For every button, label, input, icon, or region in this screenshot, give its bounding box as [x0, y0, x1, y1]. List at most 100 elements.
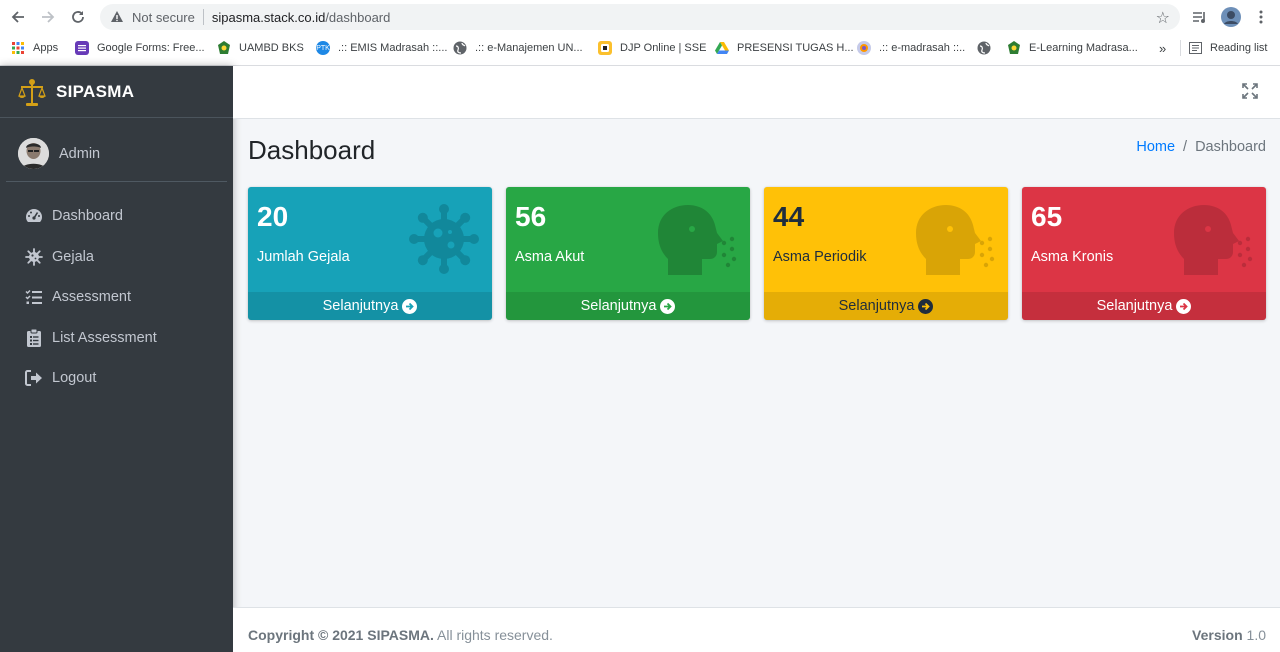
clipboard-list-icon — [24, 328, 44, 347]
bookmark-label: UAMBD BKS — [239, 42, 304, 54]
more-vertical-icon[interactable] — [1252, 5, 1270, 29]
reading-list-button[interactable]: Reading list — [1188, 36, 1267, 60]
stat-value: 65 — [1031, 201, 1063, 232]
url-path: /dashboard — [325, 9, 391, 25]
djp-icon — [598, 41, 612, 55]
sidebar-item-logout[interactable]: Logout — [8, 358, 225, 399]
stat-card-asma-kronis: 65 Asma Kronis Selanjutnya — [1022, 187, 1266, 320]
sidebar-item-label: Dashboard — [52, 208, 123, 225]
back-arrow-icon[interactable] — [6, 5, 30, 29]
kemenag-logo-icon — [217, 41, 231, 55]
more-bookmarks-button[interactable]: » — [1159, 36, 1166, 60]
kemenag-logo-icon — [1007, 41, 1021, 55]
tasks-icon — [24, 288, 44, 306]
top-navbar — [233, 66, 1280, 119]
stat-label: Asma Periodik — [773, 249, 867, 265]
sidebar-item-assessment[interactable]: Assessment — [8, 277, 225, 318]
arrow-circle-right-icon — [918, 298, 934, 314]
more-info-link[interactable]: Selanjutnya — [1022, 292, 1266, 320]
virus-icon — [24, 247, 44, 266]
warning-triangle-icon — [110, 10, 124, 24]
breadcrumb-current: Dashboard — [1195, 139, 1266, 155]
profile-avatar-icon[interactable] — [1219, 5, 1243, 29]
more-info-label: Selanjutnya — [838, 298, 915, 314]
stat-card-jumlah-gejala: 20 Jumlah Gejala Selanjutnya — [248, 187, 492, 320]
avatar — [18, 138, 49, 169]
stat-card-asma-akut: 56 Asma Akut Selanjutnya — [506, 187, 750, 320]
globe-icon — [977, 41, 991, 55]
brand-link[interactable]: SIPASMA — [0, 66, 233, 118]
google-forms-icon — [75, 41, 89, 55]
bookmark-presensi[interactable]: PRESENSI TUGAS H... — [715, 36, 854, 60]
more-info-label: Selanjutnya — [322, 298, 399, 314]
version-info: Version 1.0 — [1192, 627, 1266, 643]
google-drive-icon — [715, 41, 729, 55]
bookmark-emanajemen[interactable]: .:: e-Manajemen UN... — [453, 36, 583, 60]
bookmark-uambd[interactable]: UAMBD BKS — [217, 36, 304, 60]
main-footer: Copyright © 2021 SIPASMA. All rights res… — [233, 607, 1280, 652]
bookmark-globe[interactable] — [977, 36, 999, 60]
bookmark-label: DJP Online | SSE — [620, 42, 707, 54]
sidebar-item-list-assessment[interactable]: List Assessment — [8, 318, 225, 359]
more-info-link[interactable]: Selanjutnya — [764, 292, 1008, 320]
url-host: sipasma.stack.co.id — [211, 9, 326, 25]
stat-value: 44 — [773, 201, 805, 232]
user-panel[interactable]: Admin — [6, 126, 227, 182]
bookmark-apps[interactable]: Apps — [11, 36, 58, 60]
emadrasah-icon — [857, 41, 871, 55]
reload-icon[interactable] — [66, 5, 90, 29]
stat-label: Asma Kronis — [1031, 249, 1114, 265]
stat-value: 20 — [257, 201, 289, 232]
more-bookmarks-label: » — [1159, 40, 1167, 56]
address-bar[interactable]: Not secure sipasma.stack.co.id/dashboard… — [100, 4, 1180, 30]
sidebar-item-label: Logout — [52, 370, 97, 387]
apps-grid-icon — [11, 41, 25, 55]
head-side-cough-icon — [654, 203, 738, 275]
bookmark-elearning[interactable]: E-Learning Madrasa... — [1007, 36, 1138, 60]
bookmark-star-icon[interactable]: ☆ — [1156, 8, 1170, 28]
fullscreen-expand-icon[interactable] — [1242, 83, 1260, 101]
reading-list-label: Reading list — [1210, 42, 1268, 54]
breadcrumb-home-link[interactable]: Home — [1136, 139, 1175, 155]
bookmark-label: Google Forms: Free... — [97, 42, 205, 54]
bookmark-google-forms[interactable]: Google Forms: Free... — [75, 36, 205, 60]
brand-text: SIPASMA — [56, 81, 135, 101]
stat-value: 56 — [515, 201, 547, 232]
head-side-cough-icon — [1170, 203, 1254, 275]
copyright: Copyright © 2021 SIPASMA. All rights res… — [248, 627, 553, 643]
bookmark-label: E-Learning Madrasa... — [1029, 42, 1138, 54]
bookmark-label: .:: e-Manajemen UN... — [475, 42, 583, 54]
version-value: 1.0 — [1242, 627, 1266, 643]
bookmark-emadrasah[interactable]: .:: e-madrasah ::.. — [857, 36, 965, 60]
bookmark-label: .:: EMIS Madrasah ::... — [338, 42, 448, 54]
bookmark-label: Apps — [33, 42, 59, 54]
sidebar-item-label: Gejala — [52, 248, 94, 265]
more-info-link[interactable]: Selanjutnya — [248, 292, 492, 320]
arrow-circle-right-icon — [1176, 298, 1192, 314]
sidebar-item-gejala[interactable]: Gejala — [8, 237, 225, 278]
stat-label: Asma Akut — [515, 249, 585, 265]
browser-toolbar: Not secure sipasma.stack.co.id/dashboard… — [0, 0, 1280, 34]
sign-out-icon — [24, 369, 44, 387]
sidebar-item-dashboard[interactable]: Dashboard — [8, 196, 225, 237]
scales-of-justice-icon — [18, 78, 46, 106]
page-title: Dashboard — [248, 135, 376, 165]
sidebar-item-label: List Assessment — [52, 329, 157, 346]
arrow-circle-right-icon — [402, 298, 418, 314]
bookmark-emis[interactable]: PTK .:: EMIS Madrasah ::... — [316, 36, 447, 60]
bookmark-djp[interactable]: DJP Online | SSE — [598, 36, 706, 60]
copyright-strong: Copyright © 2021 SIPASMA. — [248, 627, 434, 643]
emis-icon: PTK — [316, 41, 330, 55]
reading-list-icon — [1188, 41, 1202, 55]
sidebar-menu: Dashboard Gejala Assessment List Assessm… — [8, 196, 225, 399]
user-name: Admin — [59, 145, 101, 162]
more-info-label: Selanjutnya — [580, 298, 657, 314]
sidebar: SIPASMA Admin Dashboard Gejala Assessmen… — [0, 66, 233, 652]
content-header: Dashboard Home / Dashboard — [233, 119, 1280, 179]
forward-arrow-icon[interactable] — [36, 5, 60, 29]
stat-label: Jumlah Gejala — [257, 249, 350, 265]
breadcrumb: Home / Dashboard — [1136, 139, 1266, 155]
more-info-link[interactable]: Selanjutnya — [506, 292, 750, 320]
media-control-icon[interactable] — [1190, 5, 1210, 29]
copyright-suffix: All rights reserved. — [433, 627, 553, 643]
